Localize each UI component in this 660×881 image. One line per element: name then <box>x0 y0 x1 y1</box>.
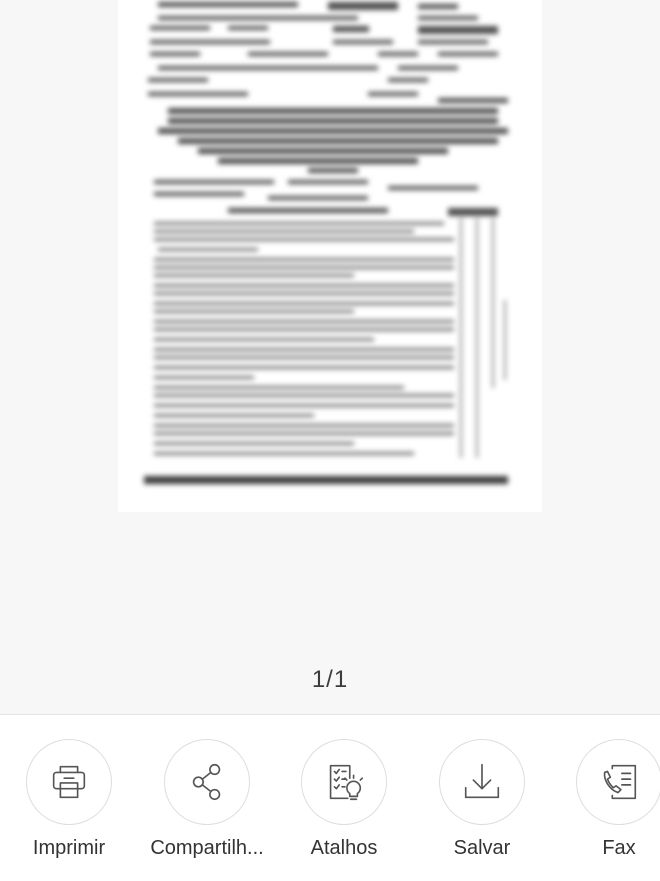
fax-icon <box>603 764 637 800</box>
share-button-circle[interactable] <box>164 739 250 825</box>
shortcuts-button[interactable]: Atalhos <box>274 739 414 860</box>
download-icon <box>464 763 500 799</box>
shortcuts-button-circle[interactable] <box>301 739 387 825</box>
print-label: Imprimir <box>32 837 106 859</box>
share-icon <box>192 763 221 801</box>
share-button[interactable]: Compartilh... <box>137 739 277 860</box>
save-button-circle[interactable] <box>439 739 525 825</box>
save-button[interactable]: Salvar <box>412 739 552 860</box>
document-preview-area: 1/1 <box>0 0 660 714</box>
share-label: Compartilh... <box>150 837 264 859</box>
scanned-document-page[interactable] <box>118 0 542 512</box>
printer-icon <box>52 765 86 799</box>
print-button-circle[interactable] <box>26 739 112 825</box>
action-toolbar: Imprimir Compartilh... Atalhos Salvar Fa… <box>0 714 660 881</box>
blurred-document-content <box>144 2 508 484</box>
shortcuts-icon <box>329 764 364 801</box>
page-indicator: 1/1 <box>311 666 349 693</box>
fax-button[interactable]: Fax <box>549 739 660 860</box>
fax-button-circle[interactable] <box>576 739 660 825</box>
fax-label: Fax <box>602 837 636 859</box>
print-button[interactable]: Imprimir <box>0 739 139 860</box>
shortcuts-label: Atalhos <box>310 837 378 859</box>
save-label: Salvar <box>453 837 511 859</box>
